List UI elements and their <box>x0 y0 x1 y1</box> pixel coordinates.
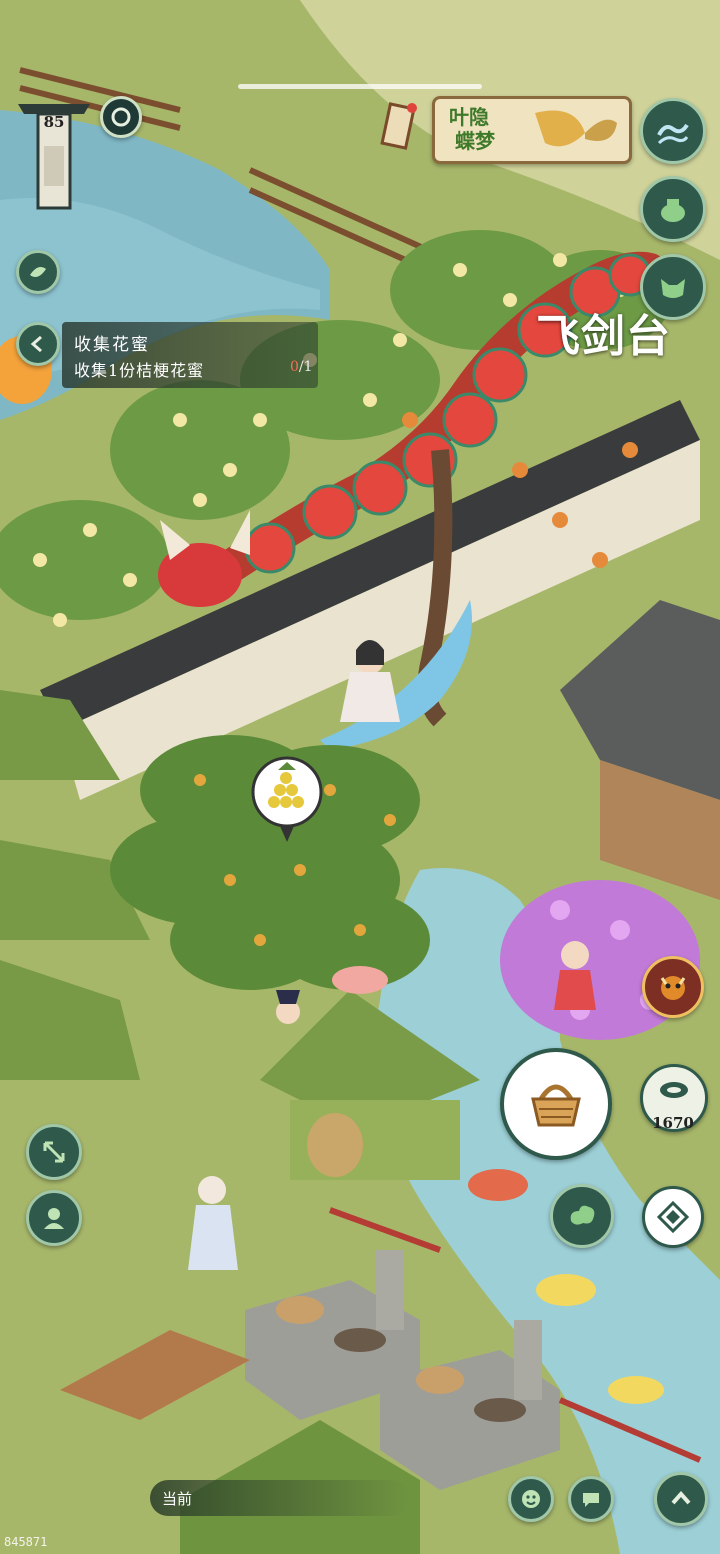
butterfly-icon <box>535 110 617 147</box>
ring-icon[interactable] <box>100 96 142 138</box>
expand-icon[interactable] <box>26 1124 82 1180</box>
quest-title: 收集花蜜 <box>74 335 150 355</box>
event-banner[interactable]: 叶隐 蝶梦 <box>432 96 632 164</box>
current-label-bar[interactable]: 当前 <box>150 1480 410 1516</box>
character-icon[interactable] <box>26 1190 82 1246</box>
event-title-line2: 蝶梦 <box>455 129 495 153</box>
compass-icon[interactable] <box>642 1186 704 1248</box>
emoji-icon[interactable] <box>508 1476 554 1522</box>
current-label: 当前 <box>162 1490 193 1508</box>
coin-count: 1670 <box>652 1114 694 1132</box>
basket-icon[interactable] <box>500 1048 612 1160</box>
player-id: 845871 <box>4 1535 48 1549</box>
cloud-icon[interactable] <box>550 1184 614 1248</box>
wave-icon[interactable] <box>640 98 706 164</box>
leaf-icon[interactable] <box>16 250 60 294</box>
quest-description: 收集1份桔梗花蜜 <box>74 361 205 380</box>
quest-progress: 0/1 <box>290 359 313 375</box>
top-handle <box>238 84 482 89</box>
garden-scene[interactable] <box>0 0 720 1554</box>
quest-progress-total: /1 <box>298 359 313 375</box>
monster-event-icon[interactable] <box>642 956 704 1018</box>
event-title-line1: 叶隐 <box>449 105 489 129</box>
player-level: 85 <box>43 113 65 131</box>
quest-progress-current: 0 <box>290 359 299 375</box>
back-arrow-icon[interactable] <box>16 322 60 366</box>
scroll-icon[interactable] <box>380 100 420 150</box>
pot-icon[interactable] <box>640 176 706 242</box>
quest-panel[interactable]: 收集花蜜 收集1份桔梗花蜜 0/1 <box>62 322 318 388</box>
chat-icon[interactable] <box>568 1476 614 1522</box>
location-name: 飞剑台 <box>536 311 671 362</box>
character-maid <box>276 990 300 1024</box>
up-arrow-icon[interactable] <box>654 1472 708 1526</box>
